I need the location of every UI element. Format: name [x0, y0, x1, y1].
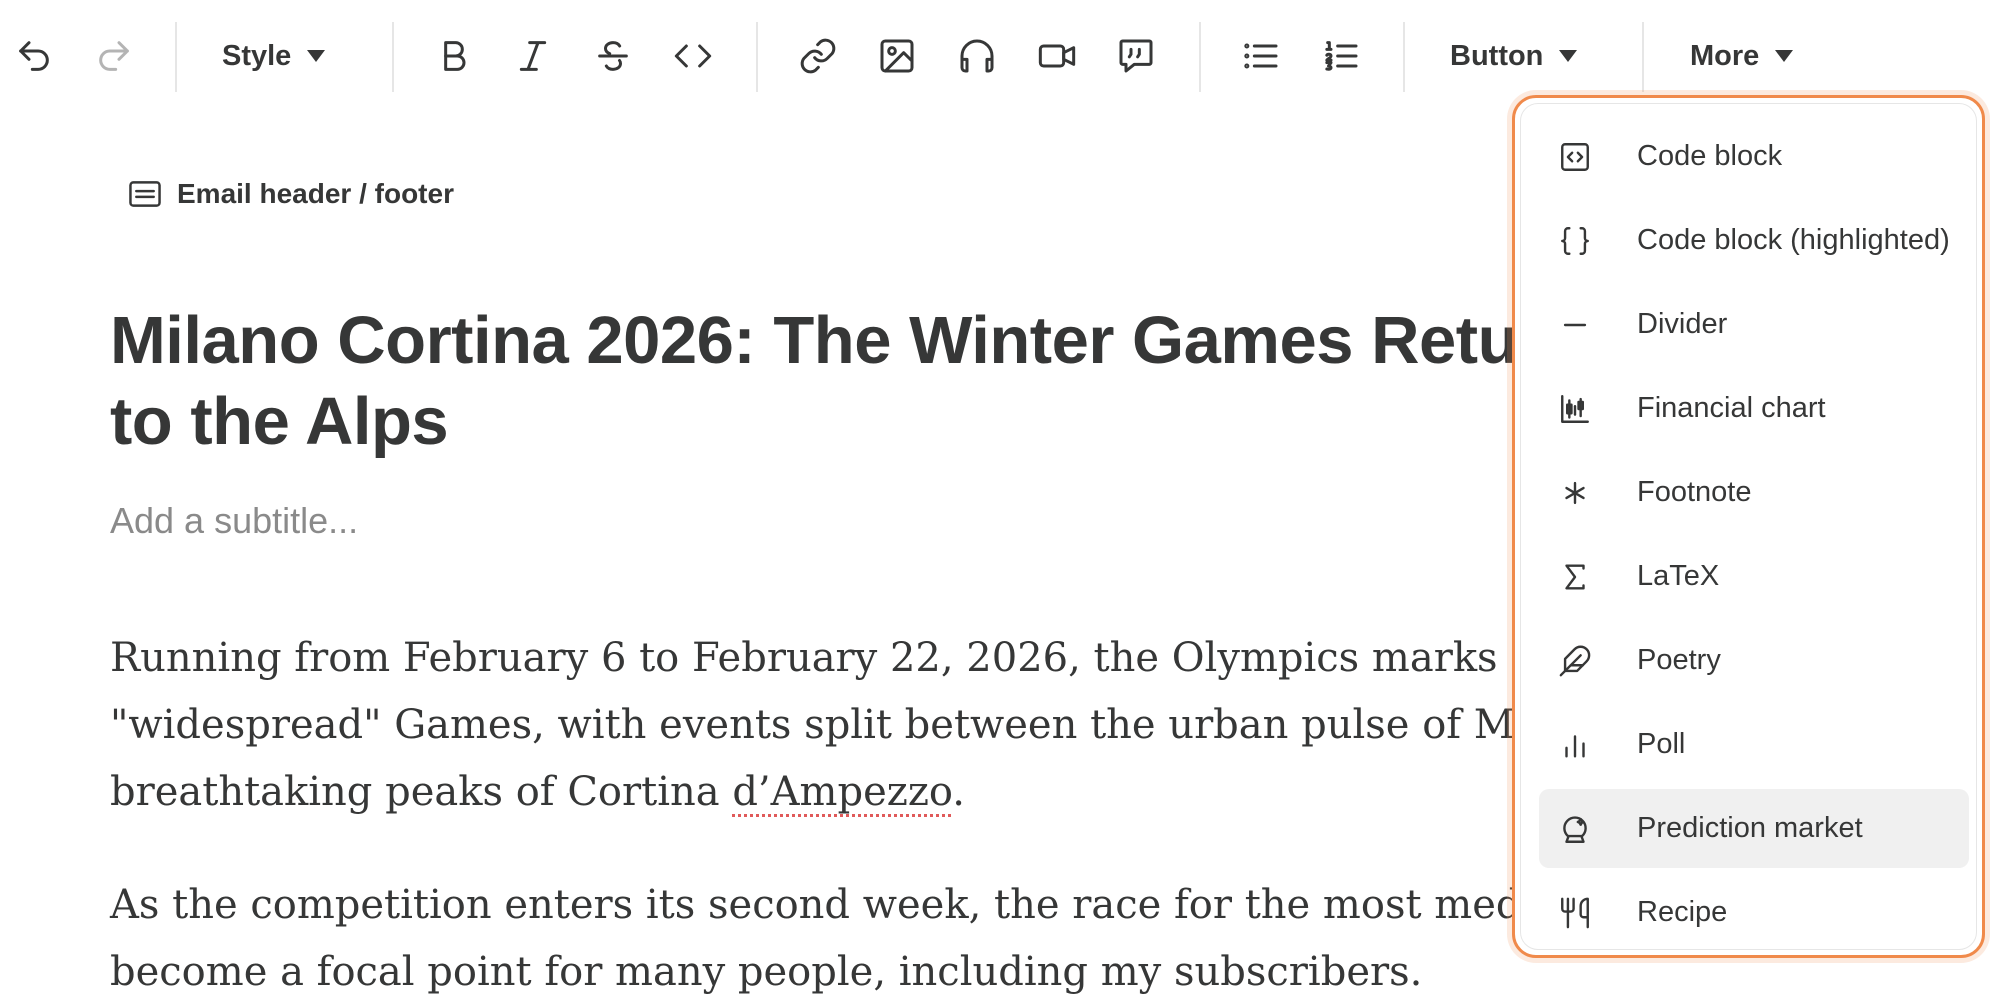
redo-icon [99, 41, 129, 71]
undo-button[interactable] [2, 24, 66, 88]
menu-item-poetry[interactable]: Poetry [1539, 621, 1969, 700]
numbered-list-button[interactable] [1309, 24, 1373, 88]
post-title[interactable]: Milano Cortina 2026: The Winter Games Re… [110, 300, 1610, 462]
bulleted-list-button[interactable] [1229, 24, 1293, 88]
toolbar-divider [392, 22, 394, 92]
menu-item-label: Footnote [1637, 476, 1752, 508]
inline-code-button[interactable] [661, 24, 725, 88]
paragraph-line: Running from February 6 to February 22, … [110, 635, 1701, 681]
menu-item-label: LaTeX [1637, 560, 1720, 592]
video-camera-icon [1038, 44, 1076, 68]
menu-item-footnote[interactable]: Footnote [1539, 453, 1969, 532]
paragraph-line: As the competition enters its second wee… [110, 882, 1662, 928]
asterisk-icon [1553, 476, 1597, 510]
button-dropdown[interactable]: Button [1450, 24, 1578, 88]
numbered-list-icon [1325, 41, 1358, 71]
more-dropdown-label: More [1690, 39, 1760, 72]
feather-icon [1553, 644, 1597, 678]
menu-item-prediction-market[interactable]: Prediction market [1539, 789, 1969, 868]
bold-icon [444, 41, 466, 71]
image-icon [880, 39, 914, 73]
code-icon [674, 44, 712, 68]
toolbar-divider [1642, 22, 1644, 92]
redo-button[interactable] [82, 24, 146, 88]
video-button[interactable] [1025, 24, 1089, 88]
strikethrough-button[interactable] [581, 24, 645, 88]
sigma-icon [1553, 560, 1597, 594]
utensils-icon [1553, 896, 1597, 930]
image-button[interactable] [865, 24, 929, 88]
strikethrough-icon [598, 41, 628, 71]
italic-button[interactable] [501, 24, 565, 88]
email-layout-icon [129, 181, 161, 207]
menu-item-latex[interactable]: LaTeX [1539, 537, 1969, 616]
link-button[interactable] [786, 24, 850, 88]
menu-item-label: Poll [1637, 728, 1686, 760]
toolbar-divider [756, 22, 758, 92]
caret-down-icon [1775, 50, 1794, 62]
more-menu: Code block Code block (highlighted) Divi… [1512, 95, 1985, 958]
quote-bubble-icon [1119, 39, 1153, 73]
pull-quote-button[interactable] [1104, 24, 1168, 88]
menu-item-label: Recipe [1637, 896, 1728, 928]
bold-button[interactable] [422, 24, 486, 88]
menu-item-divider[interactable]: Divider [1539, 285, 1969, 364]
headphones-icon [960, 39, 994, 73]
poll-icon [1553, 728, 1597, 762]
menu-item-label: Prediction market [1637, 812, 1863, 844]
paragraph-line: "widespread" Games, with events split be… [110, 702, 1757, 748]
braces-icon [1553, 224, 1597, 258]
caret-down-icon [1559, 50, 1578, 62]
candlestick-icon [1553, 392, 1597, 426]
paragraph-line: breathtaking peaks of Cortina [110, 769, 733, 815]
menu-item-label: Poetry [1637, 644, 1721, 676]
code-square-icon [1553, 140, 1597, 174]
menu-item-label: Code block (highlighted) [1637, 224, 1950, 256]
more-menu-panel: Code block Code block (highlighted) Divi… [1520, 103, 1977, 950]
menu-item-label: Financial chart [1637, 392, 1826, 424]
caret-down-icon [307, 50, 326, 62]
menu-item-code-block[interactable]: Code block [1539, 117, 1969, 196]
toolbar-divider [1199, 22, 1201, 92]
menu-item-poll[interactable]: Poll [1539, 705, 1969, 784]
menu-item-recipe[interactable]: Recipe [1539, 873, 1969, 952]
menu-item-financial-chart[interactable]: Financial chart [1539, 369, 1969, 448]
menu-item-label: Divider [1637, 308, 1728, 340]
paragraph-line: . [952, 769, 965, 815]
style-dropdown[interactable]: Style [222, 24, 326, 88]
more-dropdown[interactable]: More [1690, 24, 1794, 88]
button-dropdown-label: Button [1450, 39, 1544, 72]
subtitle-input[interactable]: Add a subtitle... [110, 500, 1410, 542]
toolbar-divider [175, 22, 177, 92]
toolbar-divider [1403, 22, 1405, 92]
menu-item-label: Code block [1637, 140, 1783, 172]
crystal-ball-icon [1553, 812, 1597, 846]
bullet-list-icon [1244, 43, 1278, 69]
style-dropdown-label: Style [222, 39, 292, 72]
undo-icon [19, 41, 49, 71]
paragraph-line: become a focal point for many people, in… [110, 949, 1423, 995]
audio-button[interactable] [945, 24, 1009, 88]
divider-icon [1553, 308, 1597, 342]
email-header-footer-button[interactable]: Email header / footer [127, 178, 454, 210]
italic-icon [519, 41, 547, 71]
menu-item-code-block-highlighted[interactable]: Code block (highlighted) [1539, 201, 1969, 280]
email-header-footer-label: Email header / footer [177, 178, 454, 209]
link-icon [800, 38, 836, 74]
misspelled-word[interactable]: d’Ampezzo [732, 769, 952, 815]
